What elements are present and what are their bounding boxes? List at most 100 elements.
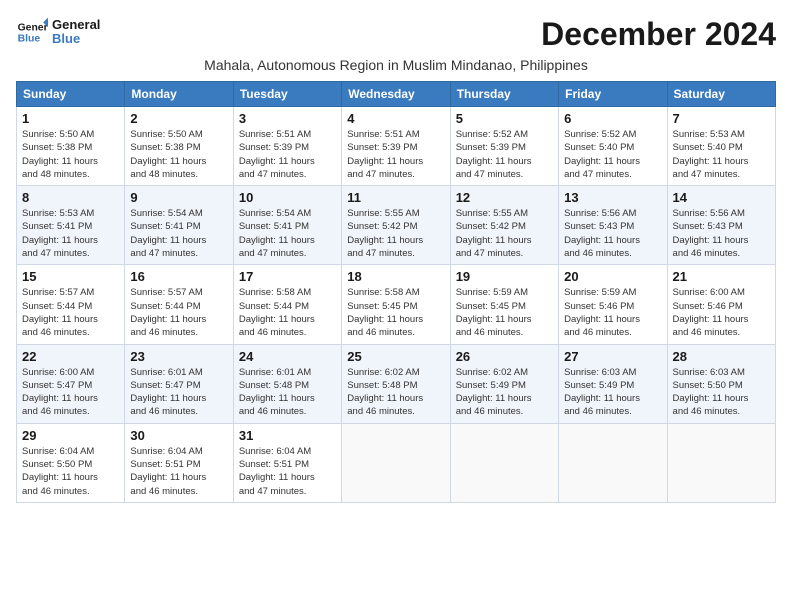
- logo-line1: General: [52, 18, 100, 32]
- calendar-cell: 2 Sunrise: 5:50 AMSunset: 5:38 PMDaylight…: [125, 107, 233, 186]
- header-friday: Friday: [559, 82, 667, 107]
- calendar-week-1: 1 Sunrise: 5:50 AMSunset: 5:38 PMDaylight…: [17, 107, 776, 186]
- day-info: Sunrise: 5:50 AMSunset: 5:38 PMDaylight:…: [22, 128, 119, 181]
- calendar-cell: 28 Sunrise: 6:03 AMSunset: 5:50 PMDayligh…: [667, 344, 775, 423]
- day-info: Sunrise: 6:02 AMSunset: 5:49 PMDaylight:…: [456, 366, 553, 419]
- day-info: Sunrise: 5:55 AMSunset: 5:42 PMDaylight:…: [456, 207, 553, 260]
- calendar-cell: 17Sunrise: 5:58 AMSunset: 5:44 PMDayligh…: [233, 265, 341, 344]
- day-info: Sunrise: 5:56 AMSunset: 5:43 PMDaylight:…: [673, 207, 770, 260]
- day-info: Sunrise: 5:53 AMSunset: 5:40 PMDaylight:…: [673, 128, 770, 181]
- day-number: 16: [130, 269, 227, 284]
- month-title: December 2024: [541, 16, 776, 53]
- day-number: 30: [130, 428, 227, 443]
- day-info: Sunrise: 6:04 AMSunset: 5:50 PMDaylight:…: [22, 445, 119, 498]
- day-info: Sunrise: 5:59 AMSunset: 5:46 PMDaylight:…: [564, 286, 661, 339]
- calendar-body: 1 Sunrise: 5:50 AMSunset: 5:38 PMDaylight…: [17, 107, 776, 503]
- day-info: Sunrise: 5:59 AMSunset: 5:45 PMDaylight:…: [456, 286, 553, 339]
- calendar-cell: 15Sunrise: 5:57 AMSunset: 5:44 PMDayligh…: [17, 265, 125, 344]
- page-header: General Blue General Blue December 2024: [16, 16, 776, 53]
- day-number: 29: [22, 428, 119, 443]
- calendar-cell: 31 Sunrise: 6:04 AMSunset: 5:51 PMDayligh…: [233, 423, 341, 502]
- day-number: 21: [673, 269, 770, 284]
- day-number: 6: [564, 111, 661, 126]
- day-info: Sunrise: 5:53 AMSunset: 5:41 PMDaylight:…: [22, 207, 119, 260]
- calendar-cell: 14Sunrise: 5:56 AMSunset: 5:43 PMDayligh…: [667, 186, 775, 265]
- day-info: Sunrise: 5:56 AMSunset: 5:43 PMDaylight:…: [564, 207, 661, 260]
- calendar-cell: 8Sunrise: 5:53 AMSunset: 5:41 PMDaylight…: [17, 186, 125, 265]
- calendar-cell: 13 Sunrise: 5:56 AMSunset: 5:43 PMDayligh…: [559, 186, 667, 265]
- logo-line2: Blue: [52, 32, 100, 46]
- day-info: Sunrise: 5:50 AMSunset: 5:38 PMDaylight:…: [130, 128, 227, 181]
- header-wednesday: Wednesday: [342, 82, 450, 107]
- calendar-cell: 12 Sunrise: 5:55 AMSunset: 5:42 PMDayligh…: [450, 186, 558, 265]
- day-info: Sunrise: 6:00 AMSunset: 5:47 PMDaylight:…: [22, 366, 119, 419]
- day-number: 31: [239, 428, 336, 443]
- day-info: Sunrise: 6:02 AMSunset: 5:48 PMDaylight:…: [347, 366, 444, 419]
- day-number: 20: [564, 269, 661, 284]
- day-info: Sunrise: 5:55 AMSunset: 5:42 PMDaylight:…: [347, 207, 444, 260]
- calendar-cell: 9Sunrise: 5:54 AMSunset: 5:41 PMDaylight…: [125, 186, 233, 265]
- day-info: Sunrise: 5:57 AMSunset: 5:44 PMDaylight:…: [130, 286, 227, 339]
- day-info: Sunrise: 6:01 AMSunset: 5:48 PMDaylight:…: [239, 366, 336, 419]
- day-number: 10: [239, 190, 336, 205]
- header-monday: Monday: [125, 82, 233, 107]
- calendar-week-3: 15Sunrise: 5:57 AMSunset: 5:44 PMDayligh…: [17, 265, 776, 344]
- day-number: 1: [22, 111, 119, 126]
- calendar-cell: 1 Sunrise: 5:50 AMSunset: 5:38 PMDaylight…: [17, 107, 125, 186]
- calendar-cell: [450, 423, 558, 502]
- day-number: 26: [456, 349, 553, 364]
- calendar-cell: 5 Sunrise: 5:52 AMSunset: 5:39 PMDaylight…: [450, 107, 558, 186]
- logo-icon: General Blue: [16, 16, 48, 48]
- calendar-cell: 18 Sunrise: 5:58 AMSunset: 5:45 PMDayligh…: [342, 265, 450, 344]
- day-info: Sunrise: 6:03 AMSunset: 5:49 PMDaylight:…: [564, 366, 661, 419]
- day-info: Sunrise: 5:52 AMSunset: 5:39 PMDaylight:…: [456, 128, 553, 181]
- day-number: 23: [130, 349, 227, 364]
- day-number: 11: [347, 190, 444, 205]
- calendar-table: SundayMondayTuesdayWednesdayThursdayFrid…: [16, 81, 776, 503]
- header-sunday: Sunday: [17, 82, 125, 107]
- day-number: 19: [456, 269, 553, 284]
- subtitle: Mahala, Autonomous Region in Muslim Mind…: [16, 57, 776, 73]
- day-number: 12: [456, 190, 553, 205]
- calendar-week-5: 29 Sunrise: 6:04 AMSunset: 5:50 PMDayligh…: [17, 423, 776, 502]
- calendar-cell: [342, 423, 450, 502]
- day-number: 2: [130, 111, 227, 126]
- calendar-cell: 16 Sunrise: 5:57 AMSunset: 5:44 PMDayligh…: [125, 265, 233, 344]
- day-info: Sunrise: 5:58 AMSunset: 5:45 PMDaylight:…: [347, 286, 444, 339]
- calendar-cell: [667, 423, 775, 502]
- calendar-cell: 27Sunrise: 6:03 AMSunset: 5:49 PMDayligh…: [559, 344, 667, 423]
- day-number: 4: [347, 111, 444, 126]
- calendar-week-4: 22 Sunrise: 6:00 AMSunset: 5:47 PMDayligh…: [17, 344, 776, 423]
- day-number: 5: [456, 111, 553, 126]
- day-info: Sunrise: 6:00 AMSunset: 5:46 PMDaylight:…: [673, 286, 770, 339]
- calendar-cell: 22 Sunrise: 6:00 AMSunset: 5:47 PMDayligh…: [17, 344, 125, 423]
- day-number: 13: [564, 190, 661, 205]
- day-info: Sunrise: 5:57 AMSunset: 5:44 PMDaylight:…: [22, 286, 119, 339]
- day-info: Sunrise: 5:52 AMSunset: 5:40 PMDaylight:…: [564, 128, 661, 181]
- day-info: Sunrise: 5:54 AMSunset: 5:41 PMDaylight:…: [130, 207, 227, 260]
- day-info: Sunrise: 6:04 AMSunset: 5:51 PMDaylight:…: [130, 445, 227, 498]
- day-number: 17: [239, 269, 336, 284]
- calendar-cell: 19 Sunrise: 5:59 AMSunset: 5:45 PMDayligh…: [450, 265, 558, 344]
- calendar-cell: [559, 423, 667, 502]
- calendar-cell: 25Sunrise: 6:02 AMSunset: 5:48 PMDayligh…: [342, 344, 450, 423]
- calendar-cell: 20 Sunrise: 5:59 AMSunset: 5:46 PMDayligh…: [559, 265, 667, 344]
- day-number: 7: [673, 111, 770, 126]
- day-info: Sunrise: 6:04 AMSunset: 5:51 PMDaylight:…: [239, 445, 336, 498]
- header-tuesday: Tuesday: [233, 82, 341, 107]
- day-number: 18: [347, 269, 444, 284]
- calendar-cell: 24Sunrise: 6:01 AMSunset: 5:48 PMDayligh…: [233, 344, 341, 423]
- calendar-cell: 7 Sunrise: 5:53 AMSunset: 5:40 PMDaylight…: [667, 107, 775, 186]
- header-thursday: Thursday: [450, 82, 558, 107]
- calendar-cell: 4 Sunrise: 5:51 AMSunset: 5:39 PMDaylight…: [342, 107, 450, 186]
- calendar-cell: 30 Sunrise: 6:04 AMSunset: 5:51 PMDayligh…: [125, 423, 233, 502]
- day-number: 22: [22, 349, 119, 364]
- calendar-cell: 3Sunrise: 5:51 AMSunset: 5:39 PMDaylight…: [233, 107, 341, 186]
- calendar-header-row: SundayMondayTuesdayWednesdayThursdayFrid…: [17, 82, 776, 107]
- calendar-cell: 21 Sunrise: 6:00 AMSunset: 5:46 PMDayligh…: [667, 265, 775, 344]
- day-number: 28: [673, 349, 770, 364]
- day-info: Sunrise: 5:51 AMSunset: 5:39 PMDaylight:…: [239, 128, 336, 181]
- calendar-cell: 10Sunrise: 5:54 AMSunset: 5:41 PMDayligh…: [233, 186, 341, 265]
- day-info: Sunrise: 5:51 AMSunset: 5:39 PMDaylight:…: [347, 128, 444, 181]
- day-info: Sunrise: 6:03 AMSunset: 5:50 PMDaylight:…: [673, 366, 770, 419]
